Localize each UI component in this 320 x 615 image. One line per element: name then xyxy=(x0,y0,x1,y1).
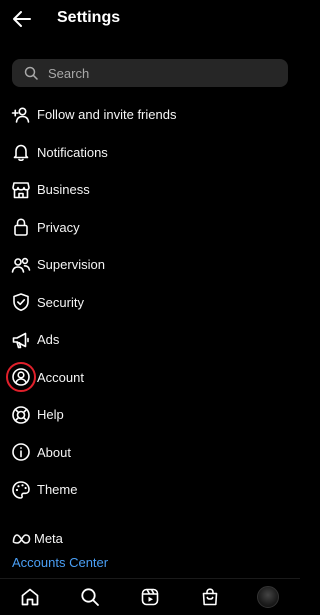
menu-item-ads[interactable]: Ads xyxy=(0,321,300,359)
menu-item-label: Notifications xyxy=(37,144,108,160)
search-icon xyxy=(24,66,38,80)
search-input[interactable] xyxy=(48,65,248,81)
menu-item-supervision[interactable]: Supervision xyxy=(0,246,300,284)
nav-profile-button[interactable] xyxy=(256,585,280,609)
menu-item-about[interactable]: About xyxy=(0,434,300,472)
lock-icon xyxy=(11,217,31,237)
nav-shop-button[interactable] xyxy=(198,585,222,609)
meta-wordmark: Meta xyxy=(34,531,63,546)
reels-icon xyxy=(141,588,159,606)
menu-item-label: Account xyxy=(37,369,84,385)
nav-reels-button[interactable] xyxy=(138,585,162,609)
search-icon xyxy=(81,588,99,606)
shop-icon xyxy=(11,180,31,200)
menu-item-business[interactable]: Business xyxy=(0,171,300,209)
megaphone-icon xyxy=(11,330,31,350)
menu-item-help[interactable]: Help xyxy=(0,396,300,434)
search-bar[interactable] xyxy=(12,59,288,87)
menu-item-account[interactable]: Account xyxy=(0,359,300,397)
meta-logo-icon xyxy=(12,533,31,544)
menu-item-privacy[interactable]: Privacy xyxy=(0,209,300,247)
menu-item-notifications[interactable]: Notifications xyxy=(0,134,300,172)
highlight-ring xyxy=(6,362,36,393)
menu-item-label: Business xyxy=(37,182,90,198)
nav-home-button[interactable] xyxy=(18,585,42,609)
settings-menu: Follow and invite friends Notifications … xyxy=(0,96,300,509)
bell-icon xyxy=(11,142,31,162)
arrow-left-icon xyxy=(13,11,31,27)
home-icon xyxy=(21,588,39,606)
back-button[interactable] xyxy=(10,7,34,31)
menu-item-label: Theme xyxy=(37,482,78,498)
shop-bag-icon xyxy=(202,588,218,606)
header: Settings xyxy=(0,0,300,38)
menu-item-theme[interactable]: Theme xyxy=(0,471,300,509)
accounts-center-link[interactable]: Accounts Center xyxy=(12,555,108,570)
lifebuoy-icon xyxy=(11,405,31,425)
page-title: Settings xyxy=(57,9,121,26)
shield-icon xyxy=(11,292,31,312)
menu-item-security[interactable]: Security xyxy=(0,284,300,322)
palette-icon xyxy=(11,480,31,500)
menu-item-label: About xyxy=(37,444,71,460)
people-icon xyxy=(11,255,31,275)
menu-item-label: Security xyxy=(37,294,84,310)
add-person-icon xyxy=(11,105,31,125)
menu-item-label: Help xyxy=(37,407,64,423)
nav-search-button[interactable] xyxy=(78,585,102,609)
menu-item-label: Follow and invite friends xyxy=(37,107,177,123)
user-circle-icon xyxy=(6,362,36,393)
info-icon xyxy=(11,442,31,462)
menu-item-follow-invite[interactable]: Follow and invite friends xyxy=(0,96,300,134)
profile-avatar xyxy=(257,586,279,608)
bottom-nav xyxy=(0,578,300,615)
menu-item-label: Supervision xyxy=(37,257,105,273)
menu-item-label: Ads xyxy=(37,332,60,348)
menu-item-label: Privacy xyxy=(37,219,80,235)
meta-brand: Meta xyxy=(12,531,63,546)
